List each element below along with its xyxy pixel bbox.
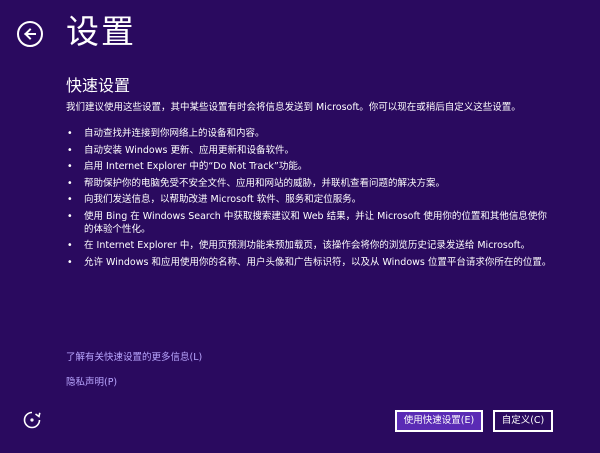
ease-of-access-icon[interactable] <box>22 410 42 430</box>
list-item: 启用 Internet Explorer 中的“Do Not Track”功能。 <box>66 160 556 173</box>
list-item: 在 Internet Explorer 中，使用页预测功能来预加载页，该操作会将… <box>66 239 556 252</box>
page-title: 设置 <box>66 12 136 51</box>
section-title: 快速设置 <box>66 76 131 95</box>
privacy-link[interactable]: 隐私声明(P) <box>66 376 117 389</box>
list-item: 允许 Windows 和应用使用你的名称、用户头像和广告标识符，以及从 Wind… <box>66 256 556 269</box>
list-item: 帮助保护你的电脑免受不安全文件、应用和网站的威胁，并联机查看问题的解决方案。 <box>66 177 556 190</box>
back-button[interactable] <box>17 21 43 47</box>
list-item: 自动安装 Windows 更新、应用更新和设备软件。 <box>66 144 556 157</box>
list-item: 使用 Bing 在 Windows Search 中获取搜索建议和 Web 结果… <box>66 210 556 236</box>
settings-list: 自动查找并连接到你网络上的设备和内容。 自动安装 Windows 更新、应用更新… <box>66 127 556 272</box>
list-item: 自动查找并连接到你网络上的设备和内容。 <box>66 127 556 140</box>
more-info-link[interactable]: 了解有关快速设置的更多信息(L) <box>66 351 202 364</box>
customize-button[interactable]: 自定义(C) <box>493 410 553 432</box>
intro-text: 我们建议使用这些设置，其中某些设置有时会将信息发送到 Microsoft。你可以… <box>66 102 521 113</box>
arrow-left-icon <box>24 28 36 40</box>
use-express-settings-button[interactable]: 使用快速设置(E) <box>395 410 483 432</box>
list-item: 向我们发送信息，以帮助改进 Microsoft 软件、服务和定位服务。 <box>66 193 556 206</box>
